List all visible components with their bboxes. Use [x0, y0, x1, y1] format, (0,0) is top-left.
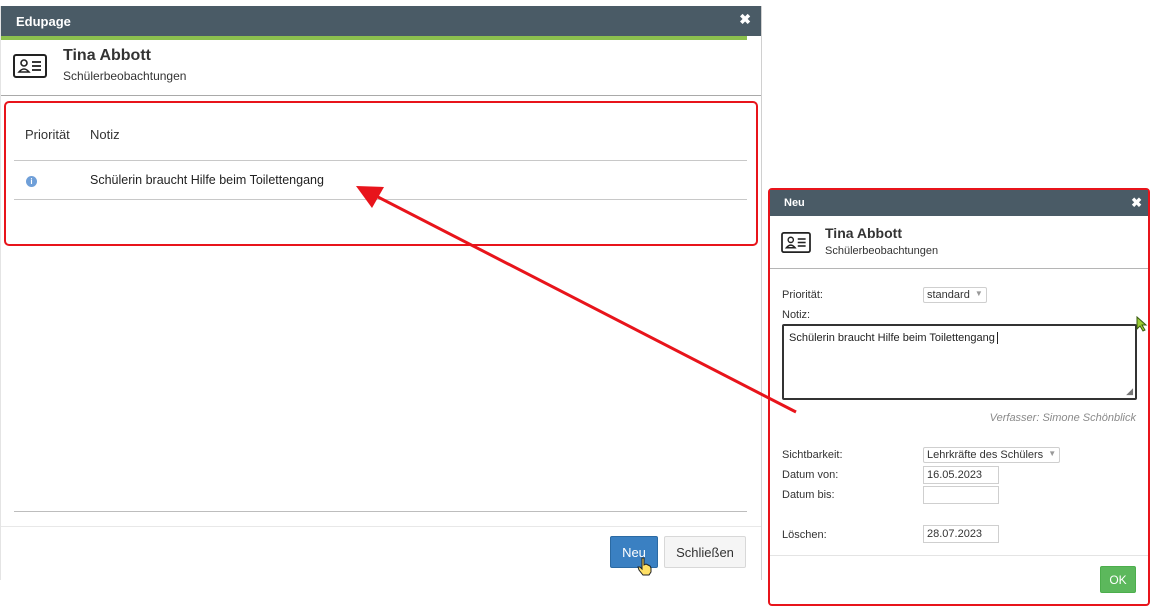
annotation-arrow [356, 186, 797, 414]
